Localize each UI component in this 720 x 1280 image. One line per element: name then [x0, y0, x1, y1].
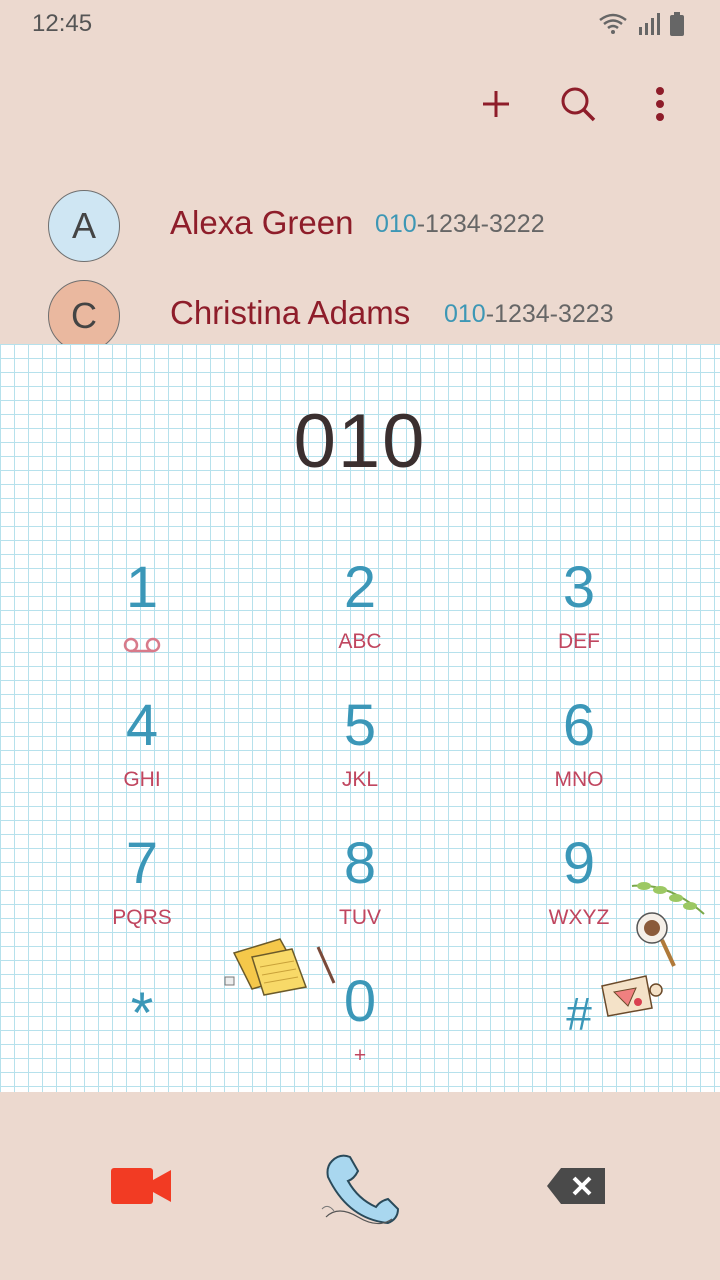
- key-3[interactable]: 3 DEF: [499, 556, 659, 666]
- contact-name: Christina Adams: [170, 294, 411, 331]
- toolbar: [476, 80, 680, 128]
- key-4[interactable]: 4 GHI: [62, 694, 222, 804]
- key-star[interactable]: *: [62, 970, 222, 1080]
- avatar: C: [48, 280, 120, 352]
- contact-number: 010-1234-3222: [375, 210, 545, 239]
- coffee-cup-plant-icon: [631, 882, 705, 967]
- signal-icon: [638, 13, 660, 40]
- bottom-action-bar: [0, 1092, 720, 1280]
- backspace-icon: [547, 1168, 605, 1204]
- number-rest: -1234-3222: [416, 210, 545, 238]
- video-call-icon: [111, 1168, 171, 1204]
- key-6[interactable]: 6 MNO: [499, 694, 659, 804]
- avatar: A: [48, 190, 120, 262]
- key-1[interactable]: 1: [62, 556, 222, 666]
- add-contact-button[interactable]: [476, 80, 516, 128]
- more-vert-icon: [656, 87, 664, 121]
- contact-suggestion-alexa[interactable]: A Alexa Green 010-1234-3222: [48, 190, 708, 262]
- phone-icon: [321, 1154, 400, 1225]
- cake-board-icon: [601, 975, 663, 1017]
- key-5[interactable]: 5 JKL: [280, 694, 440, 804]
- key-letters: GHI: [123, 768, 161, 791]
- plus-icon: [483, 91, 509, 117]
- key-digit: 7: [125, 831, 159, 896]
- status-icons: [598, 12, 684, 41]
- key-digit: 8: [343, 831, 377, 896]
- wifi-icon: [598, 12, 628, 41]
- key-letters: DEF: [558, 630, 600, 653]
- search-button[interactable]: [558, 80, 598, 128]
- contact-suggestion-christina[interactable]: C Christina Adams 010-1234-3223: [48, 280, 708, 352]
- key-digit: 6: [562, 693, 596, 758]
- key-letters: +: [353, 1044, 367, 1067]
- number-match: 010: [444, 300, 486, 328]
- key-digit: *: [130, 981, 154, 1046]
- search-icon: [561, 87, 596, 122]
- key-2[interactable]: 2 ABC: [280, 556, 440, 666]
- sticky-notes-icon: [224, 938, 336, 996]
- key-letters: TUV: [339, 906, 381, 929]
- more-options-button[interactable]: [640, 80, 680, 128]
- key-letters: ABC: [338, 630, 382, 653]
- key-digit: 4: [125, 693, 159, 758]
- call-button[interactable]: [316, 1144, 404, 1232]
- video-call-button[interactable]: [102, 1156, 182, 1216]
- entered-number[interactable]: 010: [0, 398, 720, 485]
- battery-icon: [670, 12, 684, 41]
- contact-name: Alexa Green: [170, 204, 354, 241]
- key-8[interactable]: 8 TUV: [280, 832, 440, 942]
- key-letters: PQRS: [112, 906, 172, 929]
- contact-number: 010-1234-3223: [444, 300, 614, 329]
- voicemail-icon: [123, 637, 161, 653]
- key-letters: MNO: [554, 768, 604, 791]
- key-digit: 5: [343, 693, 377, 758]
- key-7[interactable]: 7 PQRS: [62, 832, 222, 942]
- key-digit: 2: [343, 555, 377, 620]
- backspace-button[interactable]: [540, 1158, 614, 1214]
- key-digit: 1: [125, 555, 159, 620]
- key-digit: 3: [562, 555, 596, 620]
- number-match: 010: [375, 210, 417, 238]
- number-rest: -1234-3223: [485, 300, 614, 328]
- status-time: 12:45: [32, 10, 93, 37]
- key-letters: JKL: [341, 768, 379, 791]
- status-bar: 12:45: [0, 0, 720, 50]
